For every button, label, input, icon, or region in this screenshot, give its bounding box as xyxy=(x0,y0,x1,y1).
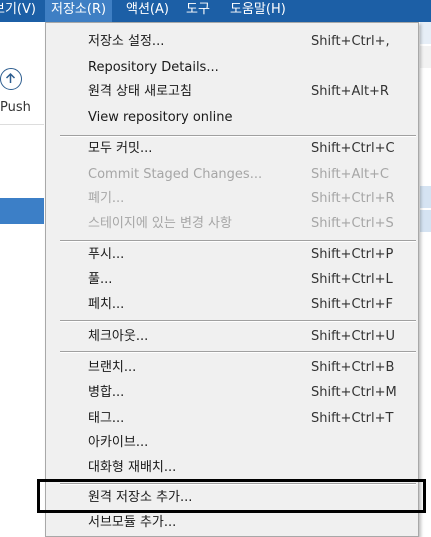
right-toolbar-button[interactable] xyxy=(420,186,431,208)
right-toolbar-button[interactable] xyxy=(420,46,431,68)
menu-separator xyxy=(60,351,416,353)
menu-item-shortcut: Shift+Ctrl+R xyxy=(311,191,395,206)
menu-repository[interactable]: 저장소(R) xyxy=(45,0,113,22)
menu-item-shortcut: Shift+Ctrl+C xyxy=(311,141,395,156)
menu-item-view-repository-online[interactable]: View repository online xyxy=(46,106,418,130)
menu-item-label: 푸시... xyxy=(88,247,125,262)
highlight-annotation-box xyxy=(37,479,426,513)
menu-separator xyxy=(60,320,416,322)
menu-item-label: 서브모듈 추가... xyxy=(88,515,177,530)
menu-bar: 보기(V) 저장소(R) 액션(A) 도구 도움말(H) xyxy=(0,0,431,22)
repository-dropdown-menu: 저장소 설정... Shift+Ctrl+, Repository Detail… xyxy=(45,22,419,537)
menu-item-shortcut: Shift+Ctrl+L xyxy=(311,272,393,287)
menu-item-label: Commit Staged Changes... xyxy=(88,167,263,182)
menu-item-shortcut: Shift+Alt+C xyxy=(311,167,390,182)
menu-item-label: 풀... xyxy=(88,272,113,287)
menu-separator xyxy=(60,240,416,242)
push-icon[interactable] xyxy=(0,68,22,90)
menu-item-pull[interactable]: 풀... Shift+Ctrl+L xyxy=(46,268,418,292)
menu-item-refresh-remote-status[interactable]: 원격 상태 새로고침 Shift+Alt+R xyxy=(46,80,418,104)
menu-item-repository-settings[interactable]: 저장소 설정... Shift+Ctrl+, xyxy=(46,30,418,54)
menu-item-label: 원격 상태 새로고침 xyxy=(88,84,192,99)
menu-item-interactive-rebase[interactable]: 대화형 재배치... xyxy=(46,456,418,480)
selected-sidebar-item[interactable] xyxy=(0,198,44,224)
menu-item-commit-all[interactable]: 모두 커밋... Shift+Ctrl+C xyxy=(46,137,418,161)
menu-item-shortcut: Shift+Ctrl+B xyxy=(311,360,395,375)
menu-item-shortcut: Shift+Alt+R xyxy=(311,84,389,99)
menu-item-commit-staged-changes[interactable]: Commit Staged Changes... Shift+Alt+C xyxy=(46,163,418,187)
menu-item-checkout[interactable]: 체크아웃... Shift+Ctrl+U xyxy=(46,325,418,349)
menu-item-label: 모두 커밋... xyxy=(88,141,153,156)
right-toolbar-button[interactable] xyxy=(420,210,431,232)
menu-item-branch[interactable]: 브랜치... Shift+Ctrl+B xyxy=(46,356,418,380)
menu-item-shortcut: Shift+Ctrl+, xyxy=(311,34,390,49)
menu-item-archive[interactable]: 아카이브... xyxy=(46,431,418,455)
menu-item-label: 저장소 설정... xyxy=(88,34,165,49)
menu-item-label: Repository Details... xyxy=(88,60,219,75)
menu-item-label: 아카이브... xyxy=(88,435,149,450)
menu-item-shortcut: Shift+Ctrl+F xyxy=(311,297,393,312)
menu-item-label: 폐기... xyxy=(88,191,125,206)
menu-item-label: 태그... xyxy=(88,411,125,426)
menu-item-label: View repository online xyxy=(88,110,233,125)
menu-item-shortcut: Shift+Ctrl+T xyxy=(311,411,394,426)
menu-item-tag[interactable]: 태그... Shift+Ctrl+T xyxy=(46,407,418,431)
menu-item-label: 병합... xyxy=(88,385,125,400)
menu-item-label: 브랜치... xyxy=(88,360,137,375)
menu-item-add-submodule[interactable]: 서브모듈 추가... xyxy=(46,511,418,535)
menu-item-shortcut: Shift+Ctrl+U xyxy=(311,329,395,344)
right-toolbar-button[interactable] xyxy=(420,22,431,44)
right-background xyxy=(420,22,431,537)
menu-item-label: 페치... xyxy=(88,297,125,312)
menu-item-push[interactable]: 푸시... Shift+Ctrl+P xyxy=(46,243,418,267)
menu-item-label: 대화형 재배치... xyxy=(88,460,177,475)
menu-item-fetch[interactable]: 페치... Shift+Ctrl+F xyxy=(46,293,418,317)
menu-item-discard[interactable]: 폐기... Shift+Ctrl+R xyxy=(46,187,418,211)
menu-item-staged-changes[interactable]: 스테이지에 있는 변경 사항 Shift+Ctrl+S xyxy=(46,212,418,236)
toolbar-divider xyxy=(0,124,44,125)
menu-tools[interactable]: 도구 xyxy=(180,0,216,22)
menu-item-label: 체크아웃... xyxy=(88,329,149,344)
menu-help[interactable]: 도움말(H) xyxy=(224,0,292,22)
menu-item-shortcut: Shift+Ctrl+P xyxy=(311,247,394,262)
menu-item-merge[interactable]: 병합... Shift+Ctrl+M xyxy=(46,381,418,405)
menu-item-shortcut: Shift+Ctrl+M xyxy=(311,385,397,400)
menu-view[interactable]: 보기(V) xyxy=(0,0,42,22)
menu-item-label: 스테이지에 있는 변경 사항 xyxy=(88,216,232,231)
menu-actions[interactable]: 액션(A) xyxy=(120,0,175,22)
menu-item-repository-details[interactable]: Repository Details... xyxy=(46,56,418,80)
push-button-label[interactable]: Push xyxy=(0,100,31,115)
menu-item-shortcut: Shift+Ctrl+S xyxy=(311,216,394,231)
